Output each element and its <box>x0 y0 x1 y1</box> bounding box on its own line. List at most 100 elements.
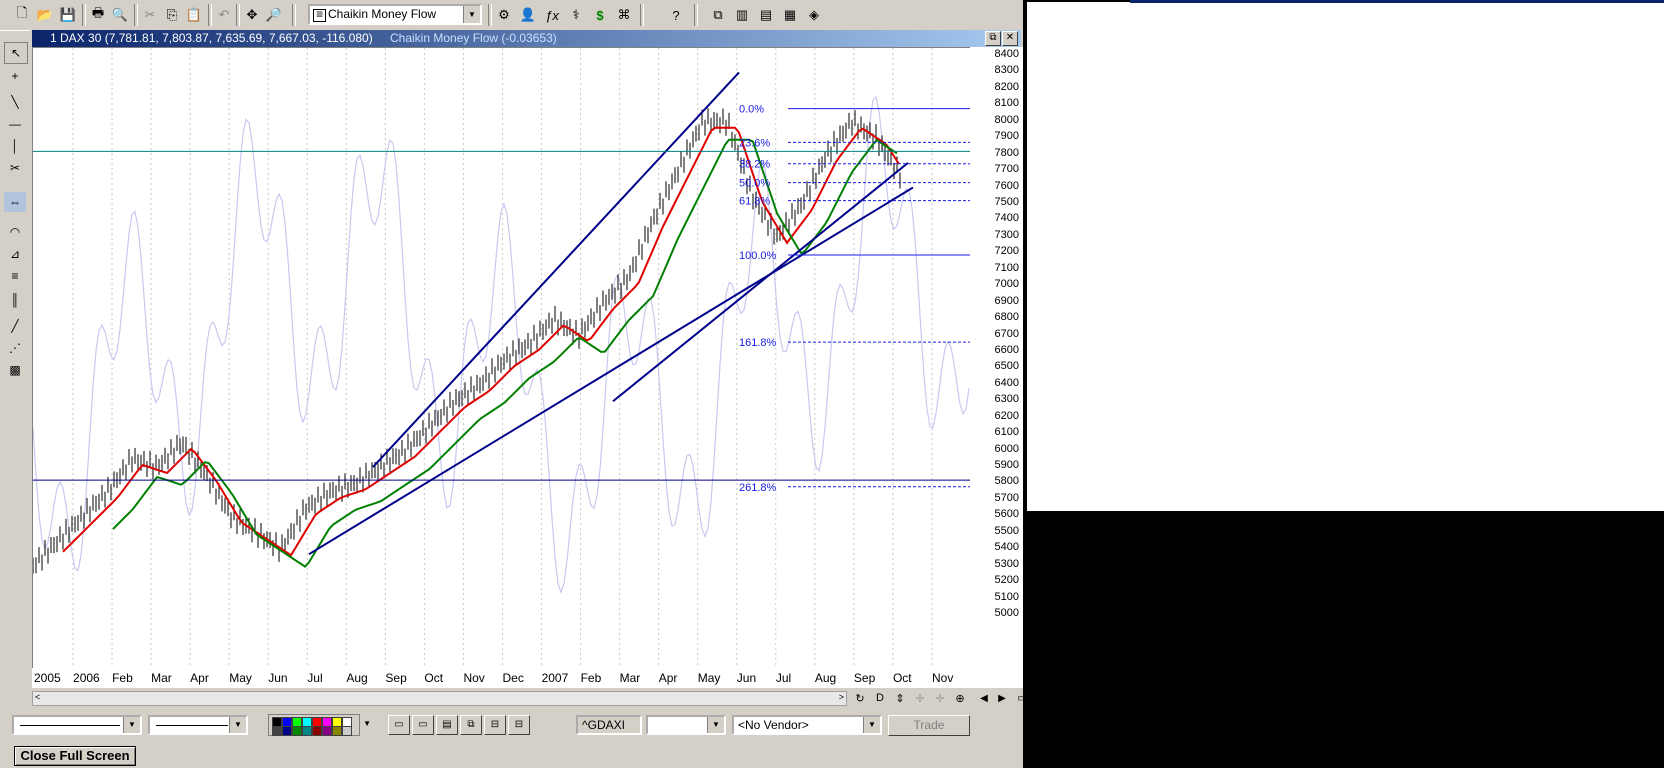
chevron-down-icon[interactable]: ▼ <box>463 6 480 23</box>
chart-window-icon[interactable]: ▭ <box>388 715 410 735</box>
scroll-right-icon[interactable]: > <box>839 692 844 702</box>
horizontal-scrollbar[interactable]: < > <box>32 691 847 706</box>
crosshair-alt-icon[interactable]: ✛ <box>930 688 950 708</box>
gann-fan-icon[interactable]: ⋰ <box>4 338 26 358</box>
arc-icon[interactable]: ◠ <box>4 222 26 242</box>
x-tick-label: 2007 <box>541 671 569 685</box>
close-full-screen-button[interactable]: Close Full Screen <box>14 746 136 766</box>
calendar-icon[interactable]: ▤ <box>436 715 458 735</box>
move-vertical-icon[interactable]: ⇕ <box>890 688 910 708</box>
scroll-left-icon[interactable]: < <box>35 692 40 702</box>
y-tick-label: 8300 <box>994 64 1019 77</box>
refresh-icon[interactable]: ↻ <box>850 688 870 708</box>
vertical-line-icon[interactable]: │ <box>4 136 26 156</box>
fib-level-label: 161.8% <box>739 337 777 349</box>
y-tick-label: 7200 <box>994 245 1019 258</box>
columns-icon[interactable]: ▥ <box>732 5 752 25</box>
function-icon[interactable]: ƒx <box>542 5 562 25</box>
study-select[interactable]: ▥ Chaikin Money Flow ▼ <box>308 4 482 25</box>
save-icon[interactable]: 💾 <box>58 5 78 25</box>
period-select[interactable]: ▼ <box>646 715 726 735</box>
y-tick-label: 5900 <box>994 459 1019 472</box>
x-tick-label: 2005 <box>34 671 61 685</box>
crosshair-off-icon[interactable]: ✛ <box>910 688 930 708</box>
paste-icon[interactable]: 📋 <box>184 5 204 25</box>
print-preview-icon[interactable]: 🔍 <box>110 5 130 25</box>
copy-window-icon[interactable]: ⧉ <box>460 715 482 735</box>
channel-icon[interactable]: ⇔ <box>4 192 26 212</box>
indicator-icon[interactable]: ⚕ <box>566 5 586 25</box>
split-window-icon[interactable]: ⊟ <box>484 715 506 735</box>
chevron-down-icon[interactable]: ▼ <box>363 719 371 728</box>
chevron-down-icon[interactable]: ▼ <box>123 717 140 733</box>
undo-icon[interactable]: ↶ <box>214 5 234 25</box>
person-icon[interactable]: 👤 <box>518 5 538 25</box>
target-icon[interactable]: ⊕ <box>950 688 970 708</box>
chevron-down-icon[interactable]: ▼ <box>707 717 724 733</box>
crosshair-icon[interactable]: ✥ <box>242 5 262 25</box>
trendline-icon[interactable]: ╲ <box>4 92 26 112</box>
y-tick-label: 8200 <box>994 80 1019 93</box>
new-icon[interactable]: 🗋 <box>12 5 32 25</box>
rows-icon[interactable]: ▤ <box>756 5 776 25</box>
restore-icon[interactable]: ⧉ <box>985 31 1001 46</box>
x-tick-label: Jul <box>307 671 323 685</box>
window-tile-icon[interactable]: ⧉ <box>708 5 728 25</box>
x-tick-label: Oct <box>892 671 912 685</box>
x-tick-label: Oct <box>424 671 444 685</box>
indicator-title: Chaikin Money Flow (-0.03653) <box>390 31 557 45</box>
print-icon[interactable]: 🖶 <box>88 5 108 25</box>
line-style-select[interactable]: ▼ <box>12 715 142 735</box>
fib-level-label: 23.6% <box>739 137 770 149</box>
cmf-line <box>33 95 970 594</box>
y-tick-label: 5300 <box>994 557 1019 570</box>
open-icon[interactable]: 📂 <box>35 5 55 25</box>
close-icon[interactable]: ✕ <box>1002 31 1018 46</box>
line-width-select[interactable]: ▼ <box>148 715 248 735</box>
binoculars-icon[interactable]: ⌘ <box>614 5 634 25</box>
grid-tool-icon[interactable]: ▩ <box>4 360 26 380</box>
scissors-icon[interactable]: ✂ <box>4 158 26 178</box>
y-tick-label: 6100 <box>994 426 1019 439</box>
zoom-icon[interactable]: 🔎 <box>264 5 284 25</box>
cut-icon[interactable]: ✂ <box>140 5 160 25</box>
gear-icon[interactable]: ⚙ <box>494 5 514 25</box>
fan-icon[interactable]: ⊿ <box>4 244 26 264</box>
x-tick-label: Sep <box>853 671 876 685</box>
y-tick-label: 6700 <box>994 327 1019 340</box>
fib-level-label: 0.0% <box>739 104 764 116</box>
maximize-icon[interactable]: ▭ <box>1012 688 1023 708</box>
symbol-field[interactable]: ^GDAXI <box>576 715 642 735</box>
trade-button[interactable]: Trade <box>888 715 970 736</box>
y-tick-label: 6800 <box>994 311 1019 324</box>
x-tick-label: May <box>229 671 252 685</box>
grid-icon[interactable]: ▦ <box>780 5 800 25</box>
horizontal-line-icon[interactable]: — <box>4 114 26 134</box>
chart-window-alt-icon[interactable]: ▭ <box>412 715 434 735</box>
chevron-down-icon[interactable]: ▼ <box>229 717 246 733</box>
y-tick-label: 5700 <box>994 491 1019 504</box>
background-strip <box>1130 0 1664 3</box>
y-tick-label: 5000 <box>994 607 1019 619</box>
copy-icon[interactable]: ⎘ <box>162 5 182 25</box>
help-icon[interactable]: ? <box>666 5 686 25</box>
y-tick-label: 7400 <box>994 212 1019 225</box>
next-icon[interactable]: ▶ <box>992 688 1012 708</box>
x-tick-label: Apr <box>190 671 209 685</box>
color-palette[interactable]: ▼ <box>268 714 371 736</box>
price-chart[interactable]: 0.0% 23.6% 38.2% 50.0% 61.8% 100.0% 161.8% 261.… <box>32 47 972 669</box>
chevron-down-icon[interactable]: ▼ <box>863 717 880 733</box>
split-window-alt-icon[interactable]: ⊟ <box>508 715 530 735</box>
chart-canvas: 0.0% 23.6% 38.2% 50.0% 61.8% 100.0% 161.8% 261.… <box>33 48 971 668</box>
dollar-icon[interactable]: $ <box>590 5 610 25</box>
line-tool-icon[interactable]: ╱ <box>4 316 26 336</box>
crosshair-tool-icon[interactable]: + <box>4 66 26 86</box>
pointer-icon[interactable]: ↖ <box>4 42 28 64</box>
time-zones-icon[interactable]: ║ <box>4 290 26 310</box>
fib-retracement-icon[interactable]: ≡ <box>4 266 26 286</box>
vendor-select[interactable]: <No Vendor> ▼ <box>732 715 882 735</box>
prev-icon[interactable]: ◀ <box>974 688 994 708</box>
vendor-value: <No Vendor> <box>738 718 809 732</box>
periodicity-icon[interactable]: D <box>870 688 890 708</box>
palette-icon[interactable]: ◈ <box>804 5 824 25</box>
